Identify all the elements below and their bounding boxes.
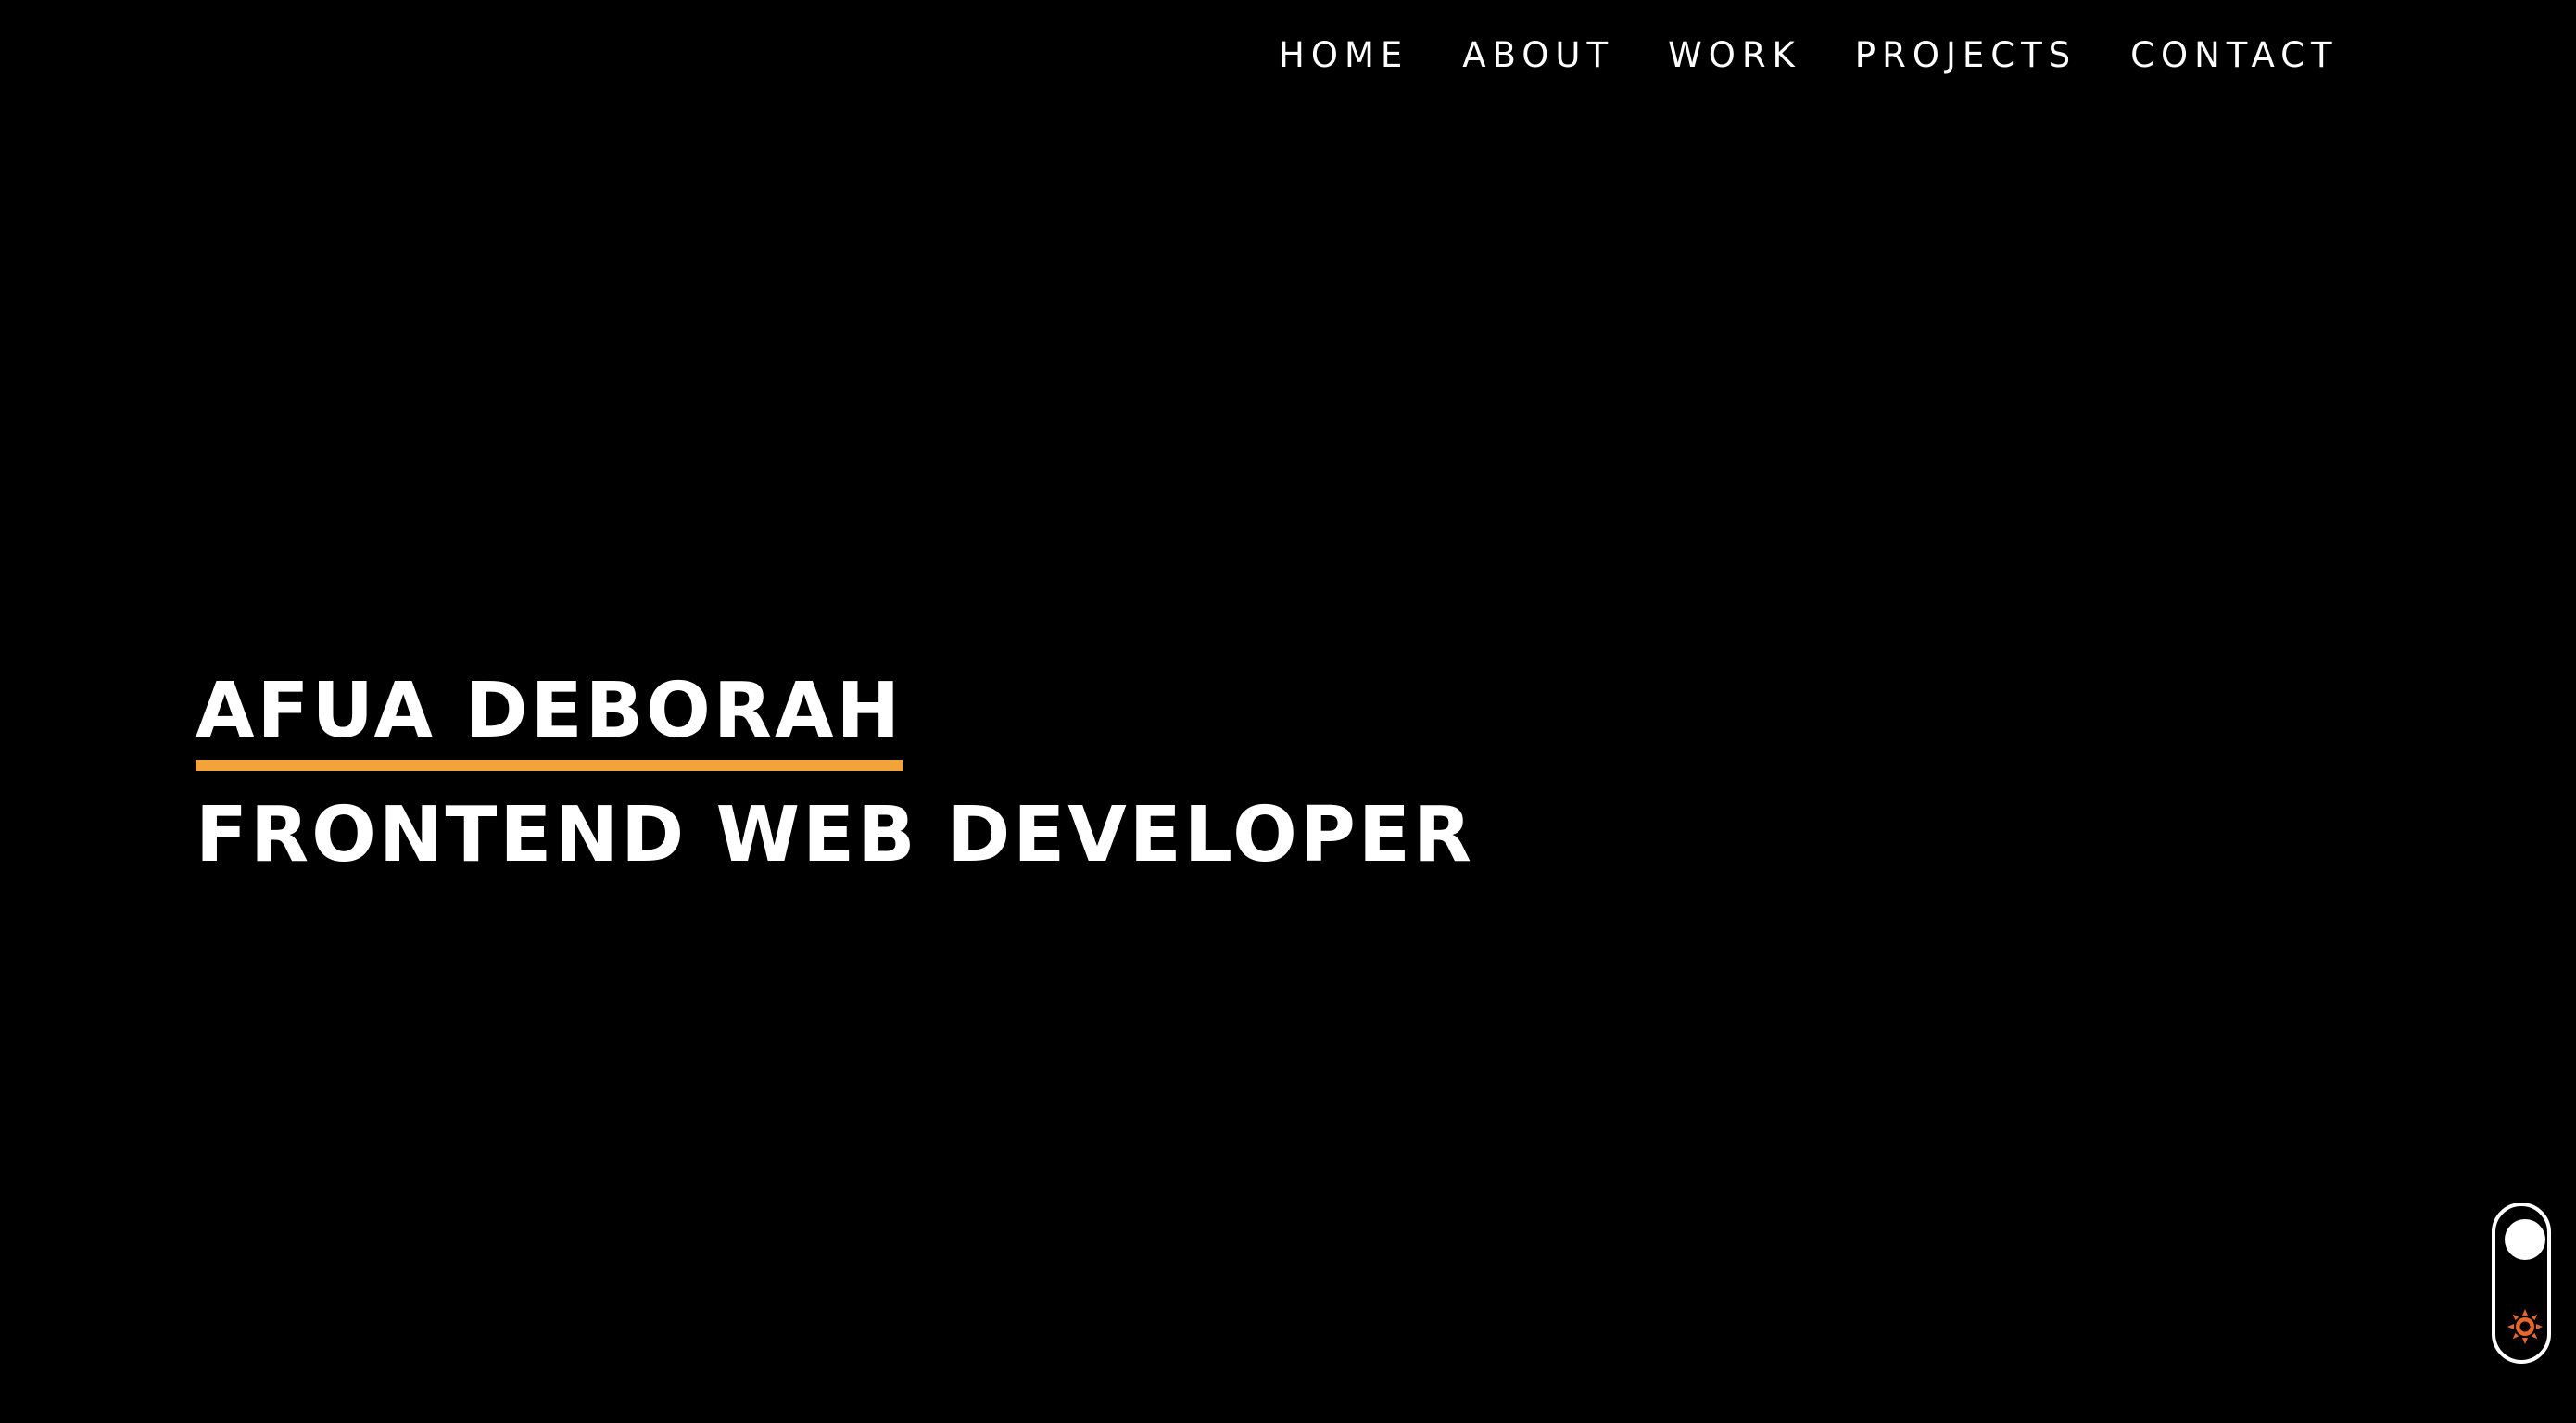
nav-link-home[interactable]: HOME xyxy=(1279,30,1408,82)
toggle-knob xyxy=(2505,1219,2545,1260)
main-navigation: HOME ABOUT WORK PROJECTS CONTACT xyxy=(1279,30,2339,82)
hero-section: AFUA DEBORAH FRONTEND WEB DEVELOPER xyxy=(196,665,1474,882)
hero-role: FRONTEND WEB DEVELOPER xyxy=(196,791,1475,879)
nav-link-contact[interactable]: CONTACT xyxy=(2130,30,2338,82)
hero-name: AFUA DEBORAH xyxy=(196,665,903,771)
nav-link-about[interactable]: ABOUT xyxy=(1462,30,1614,82)
nav-link-projects[interactable]: PROJECTS xyxy=(1855,30,2077,82)
theme-toggle[interactable] xyxy=(2492,1203,2551,1364)
sun-icon xyxy=(2507,1309,2543,1344)
nav-link-work[interactable]: WORK xyxy=(1668,30,1801,82)
